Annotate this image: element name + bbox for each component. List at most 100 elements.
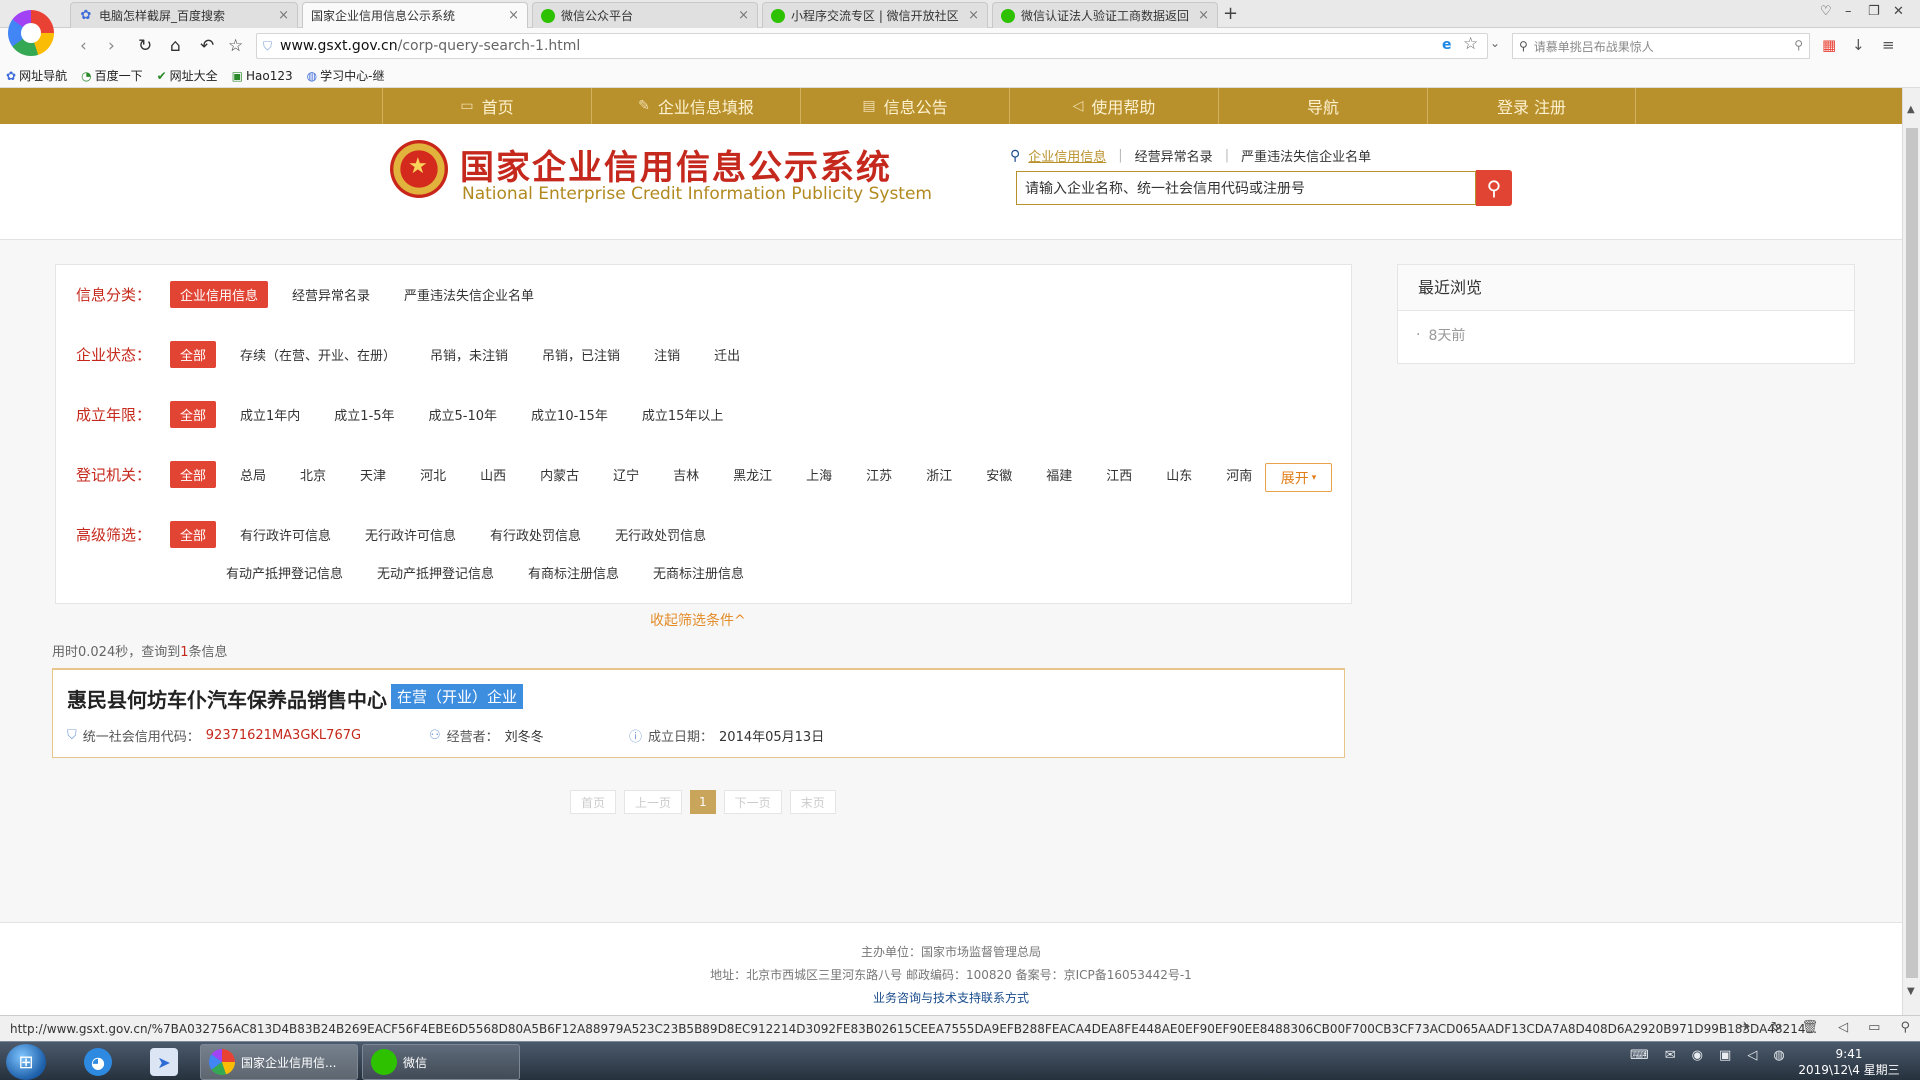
- tab-credit-info[interactable]: 企业信用信息: [1028, 146, 1106, 165]
- filter-option[interactable]: 存续（在营、开业、在册）: [230, 341, 406, 368]
- company-name[interactable]: 惠民县何坊车仆汽车保养品销售中心: [67, 684, 387, 713]
- close-icon[interactable]: ×: [1198, 8, 1209, 23]
- filter-option[interactable]: 成立10-15年: [521, 401, 618, 428]
- bookmark-item[interactable]: ✔ 网址大全: [157, 67, 218, 84]
- filter-option[interactable]: 江西: [1096, 461, 1142, 488]
- close-window-icon[interactable]: ✕: [1893, 4, 1904, 19]
- url-input[interactable]: ⛉ www.gsxt.gov.cn /corp-query-search-1.h…: [256, 33, 1488, 59]
- filter-option[interactable]: 安徽: [976, 461, 1022, 488]
- filter-option[interactable]: 河南: [1216, 461, 1262, 488]
- taskbar-task-browser[interactable]: 国家企业信用信...: [200, 1044, 358, 1080]
- trash-icon[interactable]: 🗑: [1802, 1020, 1819, 1035]
- minimize-icon[interactable]: –: [1845, 4, 1852, 19]
- nav-notice[interactable]: ▤ 信息公告: [800, 88, 1009, 124]
- filter-option[interactable]: 全部: [170, 341, 217, 368]
- home-icon[interactable]: ⌂: [170, 36, 181, 56]
- filter-option[interactable]: 无行政许可信息: [355, 521, 466, 548]
- mail-icon[interactable]: ✉: [1665, 1048, 1676, 1063]
- undo-icon[interactable]: ↶: [200, 36, 214, 56]
- scroll-thumb[interactable]: [1906, 128, 1918, 978]
- nav-home[interactable]: ▭ 首页: [382, 88, 591, 124]
- filter-option[interactable]: 成立1-5年: [324, 401, 404, 428]
- browser-tab-wechat-mp[interactable]: 微信公众平台 ×: [532, 2, 758, 28]
- filter-option[interactable]: 无行政处罚信息: [605, 521, 716, 548]
- page-prev-button[interactable]: 上一页: [624, 790, 683, 814]
- filter-option[interactable]: 江苏: [856, 461, 902, 488]
- browser-tab-gsxt[interactable]: 国家企业信用信息公示系统 ×: [302, 2, 528, 105]
- chevron-down-icon[interactable]: ⌄: [1490, 36, 1500, 50]
- recent-view-item[interactable]: · ◷ 8天前: [1416, 325, 1465, 345]
- tab-abnormal-list[interactable]: 经营异常名录: [1135, 146, 1213, 165]
- close-icon[interactable]: ×: [738, 8, 749, 23]
- bookmark-item[interactable]: ◔ 百度一下: [81, 67, 143, 84]
- keyboard-icon[interactable]: ⌨: [1630, 1048, 1649, 1063]
- browser-tab-baidu[interactable]: ✿ 电脑怎样截屏_百度搜索 ×: [70, 2, 298, 28]
- filter-option[interactable]: 全部: [170, 461, 217, 488]
- filter-option[interactable]: 注销: [644, 341, 690, 368]
- close-icon[interactable]: ×: [508, 8, 519, 23]
- nav-help[interactable]: ◁ 使用帮助: [1009, 88, 1218, 124]
- start-button[interactable]: ⊞: [6, 1044, 46, 1080]
- filter-option[interactable]: 迁出: [704, 341, 750, 368]
- filter-option[interactable]: 吉林: [663, 461, 709, 488]
- bookmark-item[interactable]: ▣ Hao123: [232, 69, 293, 83]
- new-tab-button[interactable]: +: [1223, 3, 1238, 24]
- browser-search-input[interactable]: ⚲ 请慕单挑吕布战果惊人 ⚲: [1512, 33, 1810, 59]
- page-first-button[interactable]: 首页: [570, 790, 617, 814]
- filter-option[interactable]: 上海: [796, 461, 842, 488]
- filter-option[interactable]: 福建: [1036, 461, 1082, 488]
- network-icon[interactable]: ▣: [1719, 1048, 1731, 1063]
- wechat-icon[interactable]: ◍: [1773, 1048, 1784, 1063]
- filter-option[interactable]: 吊销，已注销: [532, 341, 630, 368]
- filter-option[interactable]: 黑龙江: [723, 461, 782, 488]
- scroll-down-icon[interactable]: ▼: [1907, 986, 1915, 997]
- filter-option[interactable]: 吊销，未注销: [420, 341, 518, 368]
- browser-tab-wechat-auth[interactable]: 微信认证法人验证工商数据返回 ×: [992, 2, 1218, 28]
- volume-icon[interactable]: ◁: [1747, 1048, 1757, 1063]
- filter-option[interactable]: 有行政许可信息: [230, 521, 341, 548]
- refresh-icon[interactable]: ↻: [1771, 1020, 1782, 1035]
- search-icon[interactable]: ⚲: [1794, 38, 1803, 52]
- nav-report[interactable]: ✎ 企业信息填报: [591, 88, 800, 124]
- forward-icon[interactable]: ›: [108, 36, 115, 56]
- filter-option[interactable]: 北京: [290, 461, 336, 488]
- download-icon[interactable]: ↓: [1852, 36, 1865, 54]
- favorite-icon[interactable]: ☆: [228, 36, 243, 56]
- close-icon[interactable]: ×: [278, 8, 289, 23]
- filter-option[interactable]: 山东: [1156, 461, 1202, 488]
- filter-option[interactable]: 全部: [170, 401, 217, 428]
- filter-option[interactable]: 无商标注册信息: [643, 559, 754, 586]
- pin-icon[interactable]: ✈: [1740, 1020, 1751, 1035]
- system-clock[interactable]: 9:41 2019\12\4 星期三: [1794, 1046, 1904, 1078]
- bookmark-item[interactable]: ◍ 学习中心-继: [307, 67, 385, 84]
- filter-option[interactable]: 河北: [410, 461, 456, 488]
- filter-option[interactable]: 严重违法失信企业名单: [394, 281, 544, 308]
- nav-guide[interactable]: 导航: [1218, 88, 1427, 124]
- filter-option[interactable]: 经营异常名录: [282, 281, 380, 308]
- window-icon[interactable]: ▭: [1868, 1020, 1880, 1035]
- filter-option[interactable]: 无动产抵押登记信息: [367, 559, 504, 586]
- scroll-up-icon[interactable]: ▲: [1907, 104, 1915, 115]
- bookmark-star-icon[interactable]: ☆: [1463, 34, 1478, 54]
- filter-option[interactable]: 企业信用信息: [170, 281, 269, 308]
- page-number-button[interactable]: 1: [690, 790, 716, 814]
- back-icon[interactable]: ‹: [80, 36, 87, 56]
- filter-option[interactable]: 有行政处罚信息: [480, 521, 591, 548]
- taskbar-app-pinned-1[interactable]: ◕: [84, 1044, 112, 1080]
- collapse-filters-link[interactable]: 收起筛选条件^: [650, 610, 746, 630]
- page-scrollbar[interactable]: ▲ ▼: [1902, 88, 1920, 1041]
- footer-support-link[interactable]: 业务咨询与技术支持联系方式: [0, 989, 1902, 1006]
- nav-login-register[interactable]: 登录 注册: [1427, 88, 1636, 124]
- filter-option[interactable]: 山西: [470, 461, 516, 488]
- filter-option[interactable]: 内蒙古: [530, 461, 589, 488]
- filter-option[interactable]: 成立5-10年: [419, 401, 508, 428]
- filter-option[interactable]: 全部: [170, 521, 217, 548]
- tab-blacklist[interactable]: 严重违法失信企业名单: [1241, 146, 1371, 165]
- filter-option[interactable]: 有商标注册信息: [518, 559, 629, 586]
- filter-option[interactable]: 总局: [230, 461, 276, 488]
- enterprise-search-input[interactable]: 请输入企业名称、统一社会信用代码或注册号: [1016, 171, 1476, 205]
- close-icon[interactable]: ×: [968, 8, 979, 23]
- filter-option[interactable]: 有动产抵押登记信息: [216, 559, 353, 586]
- page-last-button[interactable]: 末页: [789, 790, 836, 814]
- filter-option[interactable]: 天津: [350, 461, 396, 488]
